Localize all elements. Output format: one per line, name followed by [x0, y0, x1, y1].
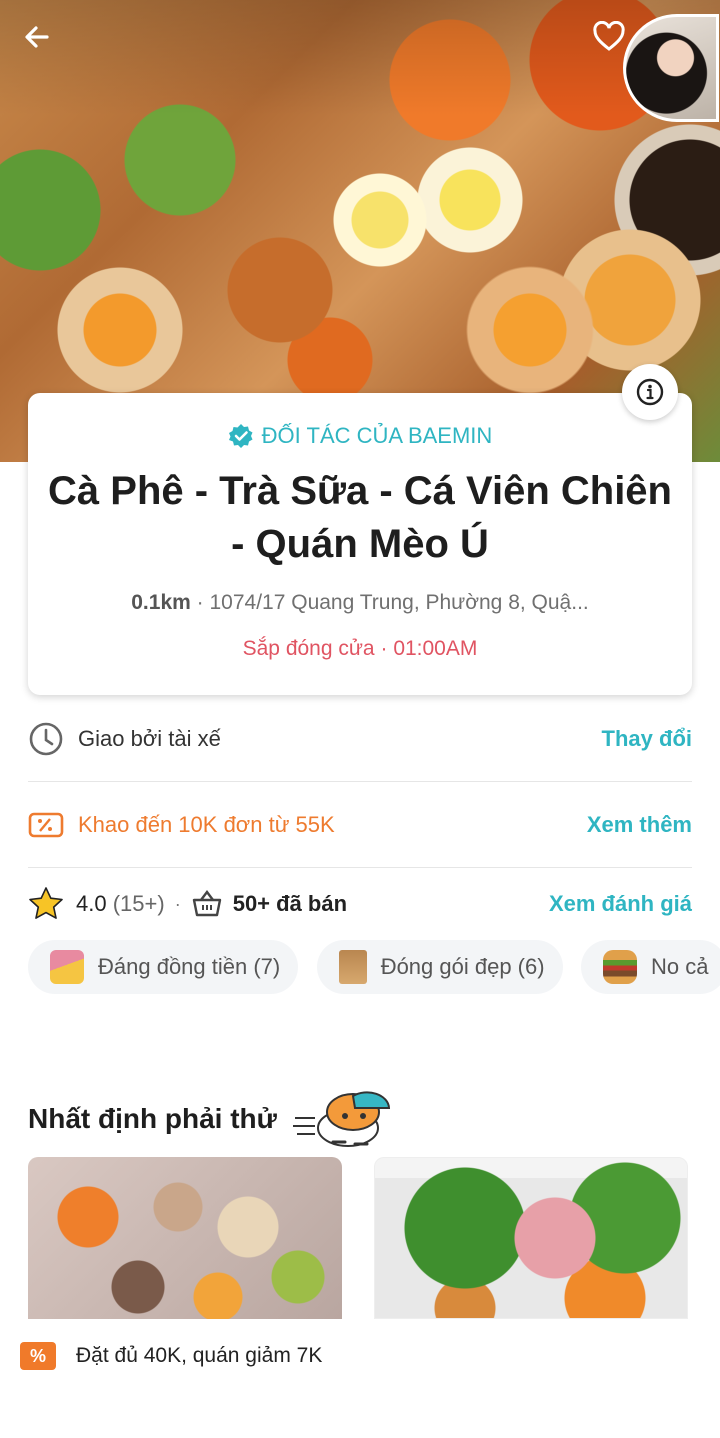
review-tag-chip[interactable]: No cả	[581, 940, 720, 994]
delivery-row: Giao bởi tài xế Thay đổi	[28, 716, 692, 762]
discount-ticket-icon	[28, 812, 64, 838]
closing-separator: ·	[380, 637, 388, 660]
promo-row: Khao đến 10K đơn từ 55K Xem thêm	[28, 802, 692, 848]
store-info-button[interactable]	[622, 364, 678, 420]
store-address: 1074/17 Quang Trung, Phường 8, Quậ...	[209, 591, 589, 614]
money-emoji-icon	[50, 950, 84, 984]
review-tag-chip[interactable]: Đáng đồng tiền (7)	[28, 940, 299, 994]
see-reviews-link[interactable]: Xem đánh giá	[549, 891, 692, 917]
cat-mascot-icon	[292, 1091, 390, 1147]
info-icon	[636, 378, 664, 406]
heart-icon	[593, 21, 625, 51]
item-promo-label: Đặt đủ 40K, quán giảm 7K	[76, 1344, 323, 1367]
rating-separator: ·	[174, 893, 181, 914]
menu-item-image[interactable]	[374, 1157, 688, 1319]
sold-count: 50+ đã bán	[232, 891, 348, 916]
review-tag-label: Đóng gói đẹp (6)	[380, 954, 545, 979]
star-icon	[29, 887, 63, 919]
item-promo: % Đặt đủ 40K, quán giảm 7K	[20, 1342, 322, 1370]
see-more-promo-link[interactable]: Xem thêm	[587, 812, 692, 838]
discount-tag-icon: %	[20, 1342, 56, 1370]
review-tag-label: Đáng đồng tiền (7)	[98, 954, 281, 979]
paper-bag-emoji-icon	[338, 950, 367, 984]
divider	[28, 867, 692, 868]
rating-row: 4.0 (15+) · 50+ đã bán Xem đánh giá	[28, 882, 692, 926]
menu-item-image[interactable]	[28, 1157, 342, 1319]
store-name: Cà Phê - Trà Sữa - Cá Viên Chiên - Quán …	[48, 469, 672, 566]
verified-badge-icon	[228, 424, 253, 448]
change-delivery-link[interactable]: Thay đổi	[602, 726, 692, 752]
arrow-left-icon	[25, 26, 49, 48]
review-tag-chip[interactable]: Đóng gói đẹp (6)	[316, 940, 563, 994]
partner-badge: ĐỐI TÁC CỦA BAEMIN	[28, 423, 692, 449]
burger-emoji-icon	[603, 950, 638, 984]
clock-icon	[29, 722, 63, 756]
store-address-line: 0.1km · 1074/17 Quang Trung, Phường 8, Q…	[58, 591, 662, 615]
store-info-card: ĐỐI TÁC CỦA BAEMIN Cà Phê - Trà Sữa - Cá…	[28, 393, 692, 695]
review-tag-label: No cả	[651, 954, 709, 979]
closing-label: Sắp đóng cửa	[242, 637, 375, 660]
store-distance: 0.1km	[131, 591, 191, 614]
must-try-title: Nhất định phải thử	[28, 1103, 277, 1134]
review-tags: Đáng đồng tiền (7) Đóng gói đẹp (6) No c…	[28, 940, 720, 994]
rating-summary: 4.0 (15+)	[76, 891, 165, 917]
must-try-section-title: Nhất định phải thử	[28, 1088, 393, 1150]
rating-score: 4.0	[76, 891, 107, 916]
promo-label: Khao đến 10K đơn từ 55K	[78, 812, 335, 837]
closing-time: 01:00AM	[393, 637, 478, 660]
delivery-label: Giao bởi tài xế	[78, 726, 221, 751]
divider	[28, 781, 692, 782]
back-button[interactable]	[14, 14, 60, 60]
rating-count: (15+)	[112, 891, 165, 916]
basket-icon	[192, 890, 221, 917]
closing-status: Sắp đóng cửa · 01:00AM	[28, 637, 692, 661]
address-separator: ·	[196, 591, 204, 614]
partner-label: ĐỐI TÁC CỦA BAEMIN	[261, 423, 493, 448]
